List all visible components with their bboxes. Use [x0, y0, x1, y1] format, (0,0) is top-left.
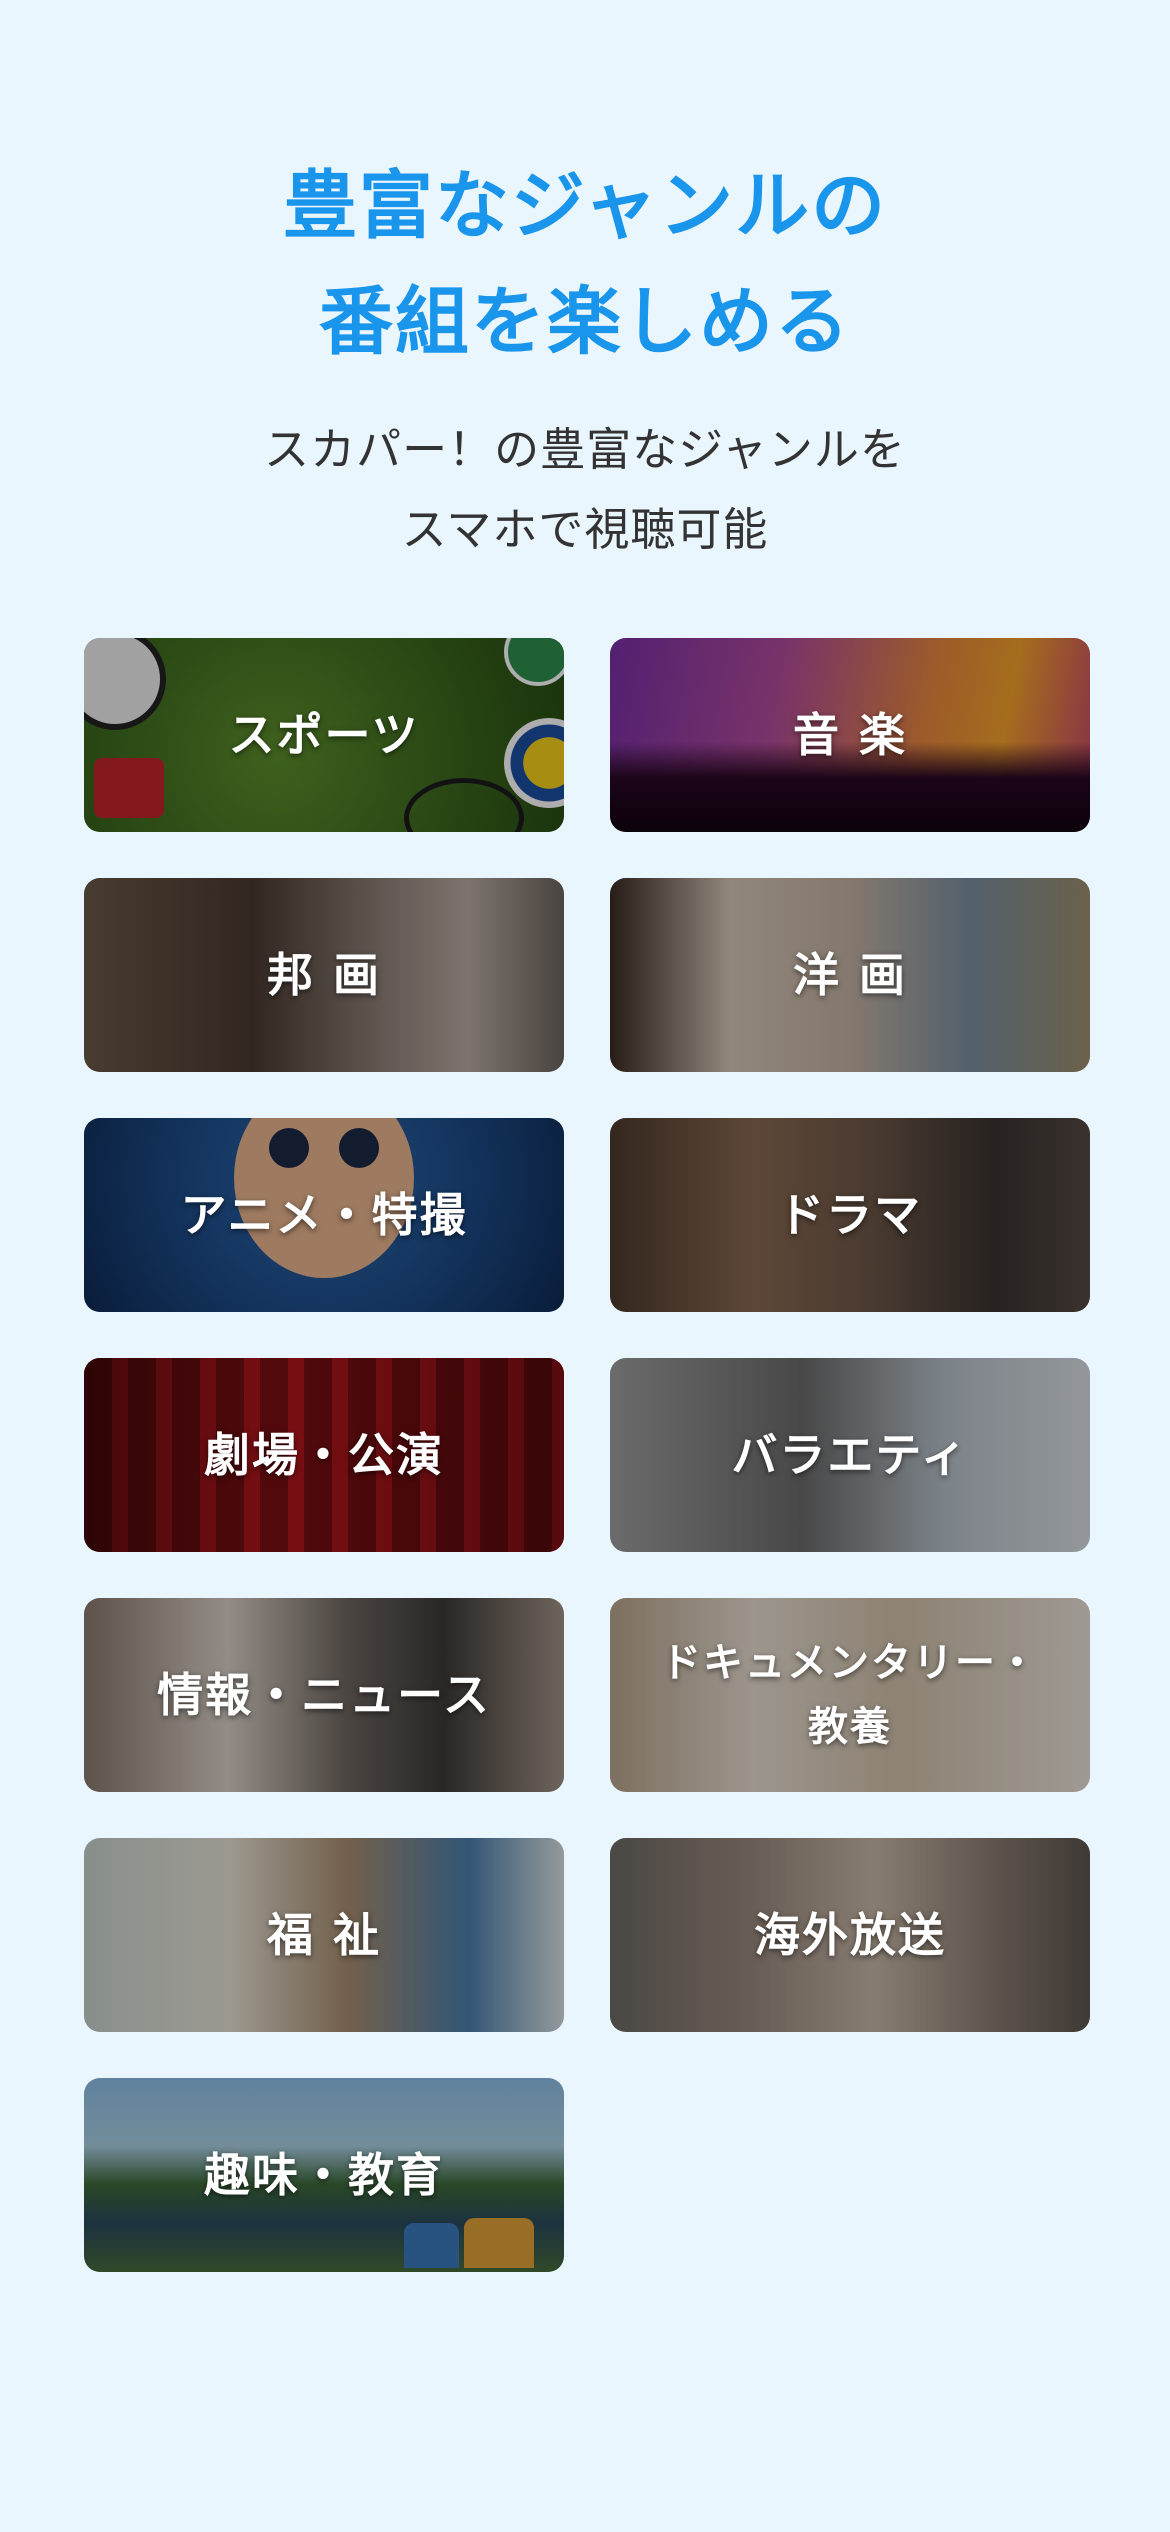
genre-label-line-1: ドキュメンタリー・: [661, 1640, 1039, 1686]
genre-tile-overseas[interactable]: 海外放送: [610, 1838, 1090, 2032]
genre-tile-welfare[interactable]: 福 祉: [84, 1838, 564, 2032]
genre-label: スポーツ: [228, 708, 420, 762]
genre-tile-japanese-movies[interactable]: 邦 画: [84, 878, 564, 1072]
genre-tile-sports[interactable]: スポーツ: [84, 638, 564, 832]
genre-label: 洋 画: [792, 948, 907, 1002]
page-headline: 豊富なジャンルの 番組を楽しめる: [0, 148, 1170, 380]
genre-tile-drama[interactable]: ドラマ: [610, 1118, 1090, 1312]
genre-label: 趣味・教育: [204, 2148, 444, 2202]
genre-label: 情報・ニュース: [157, 1668, 491, 1722]
genre-tile-music[interactable]: 音 楽: [610, 638, 1090, 832]
genre-label: 海外放送: [754, 1908, 946, 1962]
genre-tile-anime[interactable]: アニメ・特撮: [84, 1118, 564, 1312]
genre-tile-variety[interactable]: バラエティ: [610, 1358, 1090, 1552]
genre-tile-hobby[interactable]: 趣味・教育: [84, 2078, 564, 2272]
genre-label: ドラマ: [778, 1188, 922, 1242]
genre-label: ドキュメンタリー・ 教養: [610, 1598, 1090, 1792]
page-subheading: スカパー！の豊富なジャンルを スマホで視聴可能: [0, 410, 1170, 570]
genre-label: バラエティ: [731, 1428, 969, 1482]
headline-line-1: 豊富なジャンルの: [282, 163, 888, 249]
headline-line-2: 番組を楽しめる: [319, 279, 851, 365]
genre-tile-theater[interactable]: 劇場・公演: [84, 1358, 564, 1552]
genre-label: 劇場・公演: [204, 1428, 444, 1482]
genre-label: 邦 画: [266, 948, 381, 1002]
genre-label-line-2: 教養: [808, 1704, 892, 1750]
genre-tile-documentary[interactable]: ドキュメンタリー・ 教養: [610, 1598, 1090, 1792]
genre-label: 福 祉: [266, 1908, 381, 1962]
subheading-line-2: スマホで視聴可能: [401, 503, 769, 556]
genre-tile-foreign-movies[interactable]: 洋 画: [610, 878, 1090, 1072]
genre-grid: スポーツ 音 楽 邦 画 洋 画 アニメ・特撮 ドラマ 劇場・公演 バラエティ …: [84, 638, 1090, 2272]
genre-label: アニメ・特撮: [180, 1188, 468, 1242]
subheading-line-1: スカパー！の豊富なジャンルを: [264, 423, 906, 476]
genre-label: 音 楽: [792, 708, 907, 762]
genre-tile-news[interactable]: 情報・ニュース: [84, 1598, 564, 1792]
